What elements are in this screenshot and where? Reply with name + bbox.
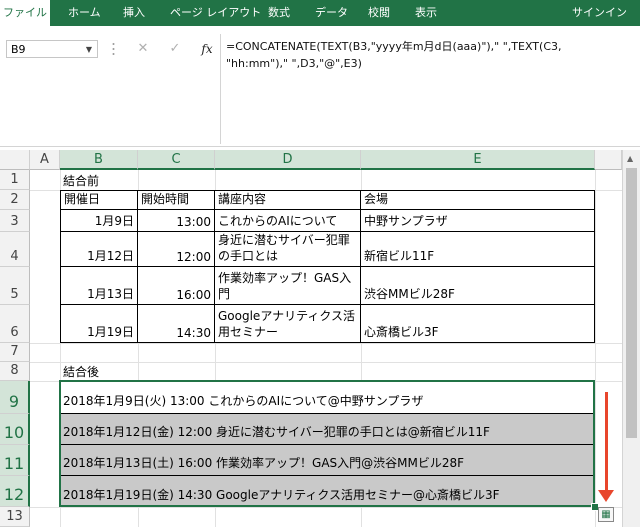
header-time[interactable]: 開始時間 bbox=[138, 191, 215, 210]
row-header-8[interactable]: 8 bbox=[0, 362, 30, 381]
row-header-12[interactable]: 12 bbox=[0, 476, 30, 507]
row-header-6[interactable]: 6 bbox=[0, 305, 30, 343]
row-header-4[interactable]: 4 bbox=[0, 232, 30, 267]
signin-link[interactable]: サインイン bbox=[572, 0, 627, 26]
vertical-scrollbar[interactable]: ▲ bbox=[622, 150, 640, 527]
confirm-icon[interactable]: ✓ bbox=[166, 40, 184, 58]
quick-analysis-icon[interactable]: ▦ bbox=[598, 507, 614, 522]
row-header-1[interactable]: 1 bbox=[0, 170, 30, 190]
header-topic[interactable]: 講座内容 bbox=[215, 191, 361, 210]
cell-venue[interactable]: 心斎橋ビル3F bbox=[361, 305, 595, 343]
row-header-3[interactable]: 3 bbox=[0, 210, 30, 232]
tab-data[interactable]: データ bbox=[315, 0, 348, 26]
scroll-up-icon[interactable]: ▲ bbox=[627, 154, 633, 163]
cell-topic[interactable]: 作業効率アップ！GAS入門 bbox=[215, 267, 361, 305]
row-header-5[interactable]: 5 bbox=[0, 267, 30, 305]
insert-function-button[interactable]: fx bbox=[198, 40, 216, 58]
chevron-down-icon[interactable]: ▼ bbox=[86, 41, 92, 59]
more-vertical-icon bbox=[112, 43, 115, 55]
arrow-down-icon bbox=[598, 490, 614, 502]
column-header-a[interactable]: A bbox=[30, 150, 60, 170]
cell-topic[interactable]: Googleアナリティクス活用セミナー bbox=[215, 305, 361, 343]
cancel-icon[interactable]: ✕ bbox=[134, 40, 152, 58]
column-header-d[interactable]: D bbox=[215, 150, 361, 170]
tab-insert[interactable]: 挿入 bbox=[123, 0, 145, 26]
row-header-9[interactable]: 9 bbox=[0, 381, 30, 414]
column-header-c[interactable]: C bbox=[138, 150, 215, 170]
column-header-e[interactable]: E bbox=[361, 150, 595, 170]
tab-page-layout[interactable]: ページ レイアウト bbox=[170, 0, 261, 26]
cell-topic[interactable]: 身近に潜むサイバー犯罪の手口とは bbox=[215, 232, 361, 267]
label-after: 結合後 bbox=[63, 365, 100, 379]
cell-date[interactable]: 1月12日 bbox=[61, 232, 138, 267]
cell-time[interactable]: 12:00 bbox=[138, 232, 215, 267]
cell-date[interactable]: 1月13日 bbox=[61, 267, 138, 305]
cell-time[interactable]: 14:30 bbox=[138, 305, 215, 343]
result-row-10[interactable]: 2018年1月12日(金) 12:00 身近に潜むサイバー犯罪の手口とは@新宿ビ… bbox=[60, 414, 594, 445]
tab-review[interactable]: 校閲 bbox=[368, 0, 390, 26]
tab-view[interactable]: 表示 bbox=[415, 0, 437, 26]
name-box[interactable]: B9 ▼ bbox=[6, 40, 98, 58]
formula-input[interactable]: =CONCATENATE(TEXT(B3,"yyyy年m月d日(aaa)"),"… bbox=[226, 38, 626, 138]
formula-divider bbox=[220, 34, 221, 144]
annotation-arrow-shaft bbox=[605, 392, 608, 495]
header-date[interactable]: 開催日 bbox=[61, 191, 138, 210]
row-header-7[interactable]: 7 bbox=[0, 343, 30, 362]
cell-topic[interactable]: これからのAIについて bbox=[215, 210, 361, 232]
name-box-value: B9 bbox=[11, 43, 26, 56]
formula-line-2: "hh:mm")," ",D3,"@",E3) bbox=[226, 57, 362, 70]
result-row-11[interactable]: 2018年1月13日(土) 16:00 作業効率アップ！GAS入門@渋谷MMビル… bbox=[60, 445, 594, 476]
cell-date[interactable]: 1月19日 bbox=[61, 305, 138, 343]
cell-date[interactable]: 1月9日 bbox=[61, 210, 138, 232]
tab-home[interactable]: ホーム bbox=[68, 0, 101, 26]
scrollbar-thumb[interactable] bbox=[626, 168, 637, 438]
result-row-9[interactable]: 2018年1月9日(火) 13:00 これからのAIについて@中野サンプラザ bbox=[60, 381, 594, 414]
result-row-12[interactable]: 2018年1月19日(金) 14:30 Googleアナリティクス活用セミナー@… bbox=[60, 476, 594, 507]
cell-time[interactable]: 16:00 bbox=[138, 267, 215, 305]
row-header-11[interactable]: 11 bbox=[0, 445, 30, 476]
header-venue[interactable]: 会場 bbox=[361, 191, 595, 210]
cell-venue[interactable]: 新宿ビル11F bbox=[361, 232, 595, 267]
cell-time[interactable]: 13:00 bbox=[138, 210, 215, 232]
row-header-2[interactable]: 2 bbox=[0, 190, 30, 210]
row-header-13[interactable]: 13 bbox=[0, 507, 30, 527]
ribbon-tab-bar: ファイル ホーム 挿入 ページ レイアウト 数式 データ 校閲 表示 サインイン bbox=[0, 0, 640, 26]
row-header-10[interactable]: 10 bbox=[0, 414, 30, 445]
tab-formulas[interactable]: 数式 bbox=[268, 0, 290, 26]
select-all-corner[interactable] bbox=[0, 150, 30, 170]
cell-venue[interactable]: 中野サンプラザ bbox=[361, 210, 595, 232]
label-before: 結合前 bbox=[63, 174, 100, 188]
column-header-blank bbox=[595, 150, 622, 170]
column-header-b[interactable]: B bbox=[60, 150, 138, 170]
cell-venue[interactable]: 渋谷MMビル28F bbox=[361, 267, 595, 305]
tab-file[interactable]: ファイル bbox=[0, 0, 50, 26]
formula-line-1: =CONCATENATE(TEXT(B3,"yyyy年m月d日(aaa)"),"… bbox=[226, 40, 562, 53]
